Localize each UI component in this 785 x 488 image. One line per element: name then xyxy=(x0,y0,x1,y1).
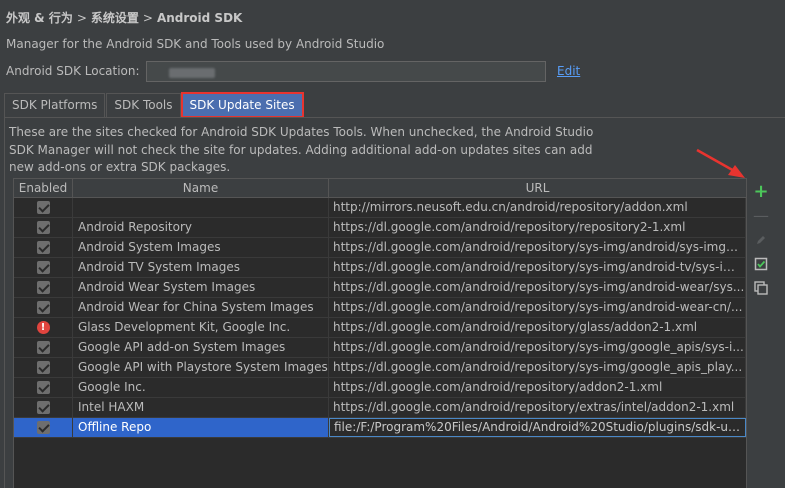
edit-site-button[interactable] xyxy=(750,228,772,252)
table-row[interactable]: Android System Images https://dl.google.c… xyxy=(14,238,746,258)
site-url-cell: https://dl.google.com/android/repository… xyxy=(329,278,746,297)
site-name-cell: Google API add-on System Images xyxy=(73,338,329,357)
copy-icon xyxy=(754,281,768,295)
site-name-cell: Android Repository xyxy=(73,218,329,237)
table-row[interactable]: http://mirrors.neusoft.edu.cn/android/re… xyxy=(14,198,746,218)
breadcrumb-item-current: Android SDK xyxy=(156,11,243,25)
table-row[interactable]: Android Wear System Images https://dl.goo… xyxy=(14,278,746,298)
enabled-cell xyxy=(14,218,73,237)
error-icon: ! xyxy=(36,321,50,334)
table-toolbar: + — xyxy=(750,180,772,300)
enabled-cell xyxy=(14,338,73,357)
enabled-cell xyxy=(14,238,73,257)
site-name-cell: Android Wear for China System Images xyxy=(73,298,329,317)
tab-sdk-tools[interactable]: SDK Tools xyxy=(106,93,181,117)
plus-icon: + xyxy=(753,181,769,202)
enabled-cell xyxy=(14,258,73,277)
site-url-cell: https://dl.google.com/android/repository… xyxy=(329,238,746,257)
site-name-cell: Android Wear System Images xyxy=(73,278,329,297)
site-name-cell xyxy=(73,198,329,217)
site-name-cell: Android System Images xyxy=(73,238,329,257)
breadcrumb-item[interactable]: 外观 & 行为 xyxy=(6,9,73,26)
enabled-checkbox[interactable] xyxy=(36,381,50,394)
table-row[interactable]: Android TV System Images https://dl.googl… xyxy=(14,258,746,278)
enabled-checkbox[interactable] xyxy=(36,201,50,214)
enabled-cell: ! xyxy=(14,318,73,337)
redacted-path xyxy=(169,68,215,78)
minus-icon: — xyxy=(753,206,769,225)
add-site-button[interactable]: + xyxy=(750,180,772,204)
remove-site-button[interactable]: — xyxy=(750,204,772,228)
site-url-cell: https://dl.google.com/android/repository… xyxy=(329,338,746,357)
site-url-cell: http://mirrors.neusoft.edu.cn/android/re… xyxy=(329,198,746,217)
enabled-checkbox[interactable] xyxy=(36,281,50,294)
site-name-cell: Android TV System Images xyxy=(73,258,329,277)
info-text: These are the sites checked for Android … xyxy=(9,125,594,174)
table-row[interactable]: Intel HAXM https://dl.google.com/android/… xyxy=(14,398,746,418)
site-url-cell: https://dl.google.com/android/repository… xyxy=(329,258,746,277)
enabled-checkbox[interactable] xyxy=(36,241,50,254)
enabled-cell xyxy=(14,358,73,377)
enabled-checkbox[interactable] xyxy=(36,221,50,234)
column-header-name[interactable]: Name xyxy=(73,179,329,197)
table-row[interactable]: ! Glass Development Kit, Google Inc. https… xyxy=(14,318,746,338)
site-name-cell: Google API with Playstore System Images xyxy=(73,358,329,377)
enabled-checkbox[interactable] xyxy=(36,301,50,314)
enabled-checkbox[interactable] xyxy=(36,341,50,354)
enabled-cell xyxy=(14,398,73,417)
site-name-cell: Glass Development Kit, Google Inc. xyxy=(73,318,329,337)
enabled-checkbox[interactable] xyxy=(36,361,50,374)
enabled-cell xyxy=(14,198,73,217)
enabled-checkbox[interactable] xyxy=(36,261,50,274)
site-url-cell: https://dl.google.com/android/repository… xyxy=(329,218,746,237)
enabled-checkbox[interactable] xyxy=(36,421,50,434)
table-header: Enabled Name URL xyxy=(14,179,746,198)
site-url-cell: https://dl.google.com/android/repository… xyxy=(329,378,746,397)
breadcrumb-separator: > xyxy=(142,11,153,25)
site-url-cell: https://dl.google.com/android/repository… xyxy=(329,358,746,377)
table-body: http://mirrors.neusoft.edu.cn/android/re… xyxy=(14,198,746,438)
site-url-cell: https://dl.google.com/android/repository… xyxy=(329,398,746,417)
update-sites-table: Enabled Name URL http://mirrors.neusoft.… xyxy=(13,178,747,488)
deselect-all-button[interactable] xyxy=(750,276,772,300)
tab-sdk-update-sites[interactable]: SDK Update Sites xyxy=(180,92,304,118)
enabled-cell xyxy=(14,278,73,297)
breadcrumb: 外观 & 行为 > 系统设置 > Android SDK xyxy=(6,9,242,26)
enabled-cell xyxy=(14,418,73,437)
pencil-icon xyxy=(757,236,765,244)
table-row[interactable]: Android Repository https://dl.google.com/… xyxy=(14,218,746,238)
column-header-url[interactable]: URL xyxy=(329,179,746,197)
column-header-enabled[interactable]: Enabled xyxy=(14,179,73,197)
breadcrumb-separator: > xyxy=(76,11,87,25)
table-row[interactable]: Google API with Playstore System Images h… xyxy=(14,358,746,378)
sdk-location-input[interactable] xyxy=(146,61,546,82)
enabled-cell xyxy=(14,378,73,397)
tab-bar: SDK Platforms SDK Tools SDK Update Sites xyxy=(4,92,304,118)
enabled-checkbox[interactable] xyxy=(36,401,50,414)
site-url-cell[interactable]: file:/F:/Program%20Files/Android/Android… xyxy=(329,418,746,437)
page-description: Manager for the Android SDK and Tools us… xyxy=(6,37,385,51)
site-url-cell: https://dl.google.com/android/repository… xyxy=(329,318,746,337)
site-name-cell: Offline Repo xyxy=(73,418,329,437)
check-all-icon xyxy=(754,257,768,271)
site-name-cell: Intel HAXM xyxy=(73,398,329,417)
table-row[interactable]: Offline Repo file:/F:/Program%20Files/And… xyxy=(14,418,746,438)
tab-sdk-platforms[interactable]: SDK Platforms xyxy=(4,93,106,117)
site-url-cell: https://dl.google.com/android/repository… xyxy=(329,298,746,317)
breadcrumb-item[interactable]: 系统设置 xyxy=(91,9,139,26)
site-name-cell: Google Inc. xyxy=(73,378,329,397)
sdk-location-label: Android SDK Location: xyxy=(6,64,140,78)
table-row[interactable]: Google Inc. https://dl.google.com/android… xyxy=(14,378,746,398)
select-all-button[interactable] xyxy=(750,252,772,276)
table-row[interactable]: Google API add-on System Images https://d… xyxy=(14,338,746,358)
table-row[interactable]: Android Wear for China System Images http… xyxy=(14,298,746,318)
edit-link[interactable]: Edit xyxy=(557,64,580,78)
enabled-cell xyxy=(14,298,73,317)
